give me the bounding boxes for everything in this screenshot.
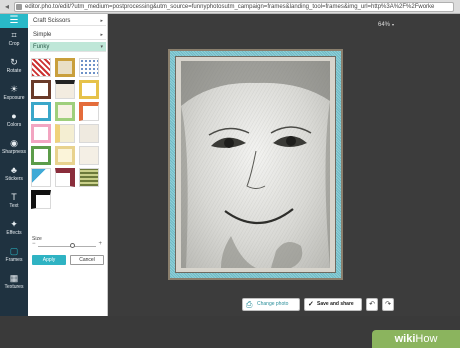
- sharpness-icon: ◉: [10, 138, 18, 148]
- plus-icon[interactable]: +: [98, 241, 102, 247]
- tool-label: Exposure: [3, 95, 25, 101]
- frame-thumbnail[interactable]: [79, 168, 99, 187]
- action-bar: ⎙ Change photo ✓ Save and share ↶ ↷: [108, 294, 460, 316]
- effects-icon: ✦: [10, 219, 18, 229]
- frame-thumbnail[interactable]: [31, 146, 51, 165]
- redo-button[interactable]: ↷: [382, 298, 394, 311]
- slider-handle[interactable]: [70, 243, 76, 248]
- tool-textures[interactable]: ▦ Textures: [0, 273, 28, 295]
- rotate-icon: ↻: [10, 57, 18, 67]
- frame-thumbnail[interactable]: [79, 58, 99, 77]
- textures-icon: ▦: [9, 273, 19, 283]
- undo-icon: ↶: [369, 301, 375, 308]
- zoom-value: 64%: [378, 22, 391, 28]
- slider-track: [38, 246, 96, 247]
- checkmark-icon: ✓: [308, 301, 314, 308]
- apply-button[interactable]: Apply: [32, 255, 66, 265]
- framed-photo: [168, 49, 343, 280]
- category-label: Simple: [33, 32, 52, 38]
- page-icon: [16, 4, 22, 10]
- save-and-share-button[interactable]: ✓ Save and share: [304, 298, 362, 311]
- frame-thumbnail[interactable]: [79, 124, 99, 143]
- tool-label: Crop: [8, 41, 20, 47]
- tool-rotate[interactable]: ↻ Rotate: [0, 57, 28, 79]
- save-label: Save and share: [317, 301, 354, 307]
- frame-thumbnail[interactable]: [79, 146, 99, 165]
- frame-thumbnail[interactable]: [31, 102, 51, 121]
- menu-icon[interactable]: ☰: [0, 14, 28, 28]
- crop-icon: ⌗: [11, 30, 17, 40]
- camera-icon: ⎙: [246, 300, 253, 309]
- frame-thumbnail[interactable]: [31, 168, 51, 187]
- frame-thumbnail[interactable]: [31, 58, 51, 77]
- tool-label: Frames: [5, 257, 23, 263]
- tool-label: Rotate: [6, 68, 22, 74]
- frame-thumbnail[interactable]: [55, 146, 75, 165]
- back-arrow-icon[interactable]: ◂: [2, 2, 12, 12]
- tool-label: Effects: [6, 230, 22, 236]
- category-simple[interactable]: Simple ▸: [30, 30, 106, 40]
- frame-thumbnail[interactable]: [55, 58, 75, 77]
- logo-bold-text: wiki: [394, 333, 416, 345]
- tool-label: Colors: [6, 122, 22, 128]
- sketch-face-illustration: [181, 61, 330, 268]
- url-text: editor.pho.to/edit/?utm_medium=postproce…: [25, 4, 435, 10]
- change-photo-button[interactable]: ⎙ Change photo: [242, 298, 300, 311]
- frame-thumbnail[interactable]: [31, 124, 51, 143]
- frame-thumbnail[interactable]: [55, 168, 75, 187]
- chevron-down-icon: ▾: [100, 44, 103, 50]
- cancel-button[interactable]: Cancel: [70, 255, 104, 265]
- exposure-icon: ☀: [9, 84, 19, 94]
- category-label: Funky: [33, 44, 50, 50]
- logo-light-text: How: [415, 333, 438, 345]
- stickers-icon: ♣: [11, 165, 17, 175]
- tool-stickers[interactable]: ♣ Stickers: [0, 165, 28, 187]
- tool-exposure[interactable]: ☀ Exposure: [0, 84, 28, 106]
- redo-icon: ↷: [385, 301, 391, 308]
- frame-thumbnail[interactable]: [31, 190, 51, 209]
- zoom-selector[interactable]: 64% ▾: [378, 22, 394, 28]
- frame-thumbnail[interactable]: [31, 80, 51, 99]
- tool-effects[interactable]: ✦ Effects: [0, 219, 28, 241]
- frame-thumbnail[interactable]: [55, 124, 75, 143]
- text-icon: T: [11, 192, 17, 202]
- address-bar[interactable]: editor.pho.to/edit/?utm_medium=postproce…: [14, 2, 454, 12]
- minus-icon[interactable]: −: [32, 241, 36, 247]
- frame-mat: [175, 56, 336, 273]
- size-slider[interactable]: − +: [32, 241, 102, 249]
- tool-label: Text: [9, 203, 19, 209]
- tool-crop[interactable]: ⌗ Crop: [0, 30, 28, 52]
- frame-thumbnail[interactable]: [79, 102, 99, 121]
- wikihow-logo: wikiHow: [372, 330, 460, 348]
- sketch-photo: [181, 61, 330, 268]
- frame-thumbnail[interactable]: [55, 102, 75, 121]
- tool-label: Stickers: [5, 176, 23, 182]
- colors-icon: ●: [11, 111, 17, 121]
- tool-colors[interactable]: ● Colors: [0, 111, 28, 133]
- frames-icon: ▢: [9, 246, 19, 256]
- frame-thumbnail[interactable]: [55, 80, 75, 99]
- browser-chrome: ◂ editor.pho.to/edit/?utm_medium=postpro…: [0, 0, 460, 14]
- tool-text[interactable]: T Text: [0, 192, 28, 214]
- tool-label: Sharpness: [2, 149, 26, 155]
- chevron-down-icon: ▾: [392, 22, 395, 27]
- category-craft-scissors[interactable]: Craft Scissors ▸: [30, 16, 106, 26]
- tool-sharpness[interactable]: ◉ Sharpness: [0, 138, 28, 160]
- category-label: Craft Scissors: [33, 18, 71, 24]
- change-photo-label: Change photo: [257, 301, 289, 307]
- chevron-right-icon: ▸: [100, 32, 103, 38]
- tool-frames[interactable]: ▢ Frames: [0, 246, 28, 268]
- chevron-right-icon: ▸: [100, 18, 103, 24]
- category-funky[interactable]: Funky ▾: [30, 42, 106, 52]
- frame-thumbnail[interactable]: [79, 80, 99, 99]
- undo-button[interactable]: ↶: [366, 298, 378, 311]
- tool-label: Textures: [4, 284, 24, 290]
- frame-border: [170, 51, 341, 278]
- footer: wikiHow: [0, 316, 460, 348]
- tools-sidebar: ☰ ⌗ Crop ↻ Rotate ☀ Exposure ● Colors ◉ Sharpness…: [0, 14, 28, 316]
- frames-panel: Craft Scissors ▸ Simple ▸ Funky ▾ Size −: [28, 14, 108, 316]
